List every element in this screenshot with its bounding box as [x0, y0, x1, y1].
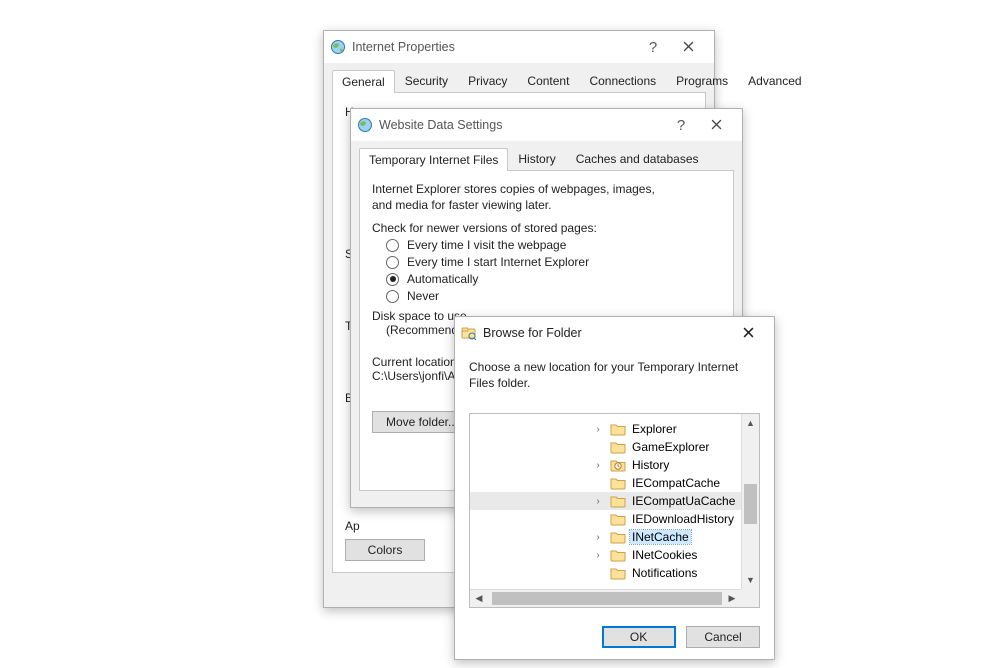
- radio-icon: [386, 239, 399, 252]
- scroll-thumb[interactable]: [492, 592, 722, 605]
- help-button[interactable]: ?: [638, 39, 668, 56]
- radio-icon: [386, 290, 399, 303]
- tree-item[interactable]: GameExplorer: [470, 438, 741, 456]
- radio-label: Never: [407, 289, 439, 303]
- tab-caches-databases[interactable]: Caches and databases: [566, 147, 709, 170]
- folder-icon: [610, 566, 626, 580]
- folder-tree[interactable]: › Explorer GameExplorer › History IECompatCac…: [469, 413, 760, 608]
- folder-icon: [610, 440, 626, 454]
- scroll-thumb[interactable]: [744, 484, 757, 524]
- scroll-down-icon[interactable]: ▼: [742, 571, 759, 589]
- radio-icon: [386, 273, 399, 286]
- titlebar: Website Data Settings ?: [351, 109, 742, 141]
- expand-icon[interactable]: ›: [590, 424, 606, 435]
- globe-icon: [330, 39, 346, 55]
- expand-icon[interactable]: ›: [590, 460, 606, 471]
- colors-button[interactable]: Colors: [345, 539, 425, 561]
- tab-general[interactable]: General: [332, 70, 395, 93]
- titlebar: Internet Properties ?: [324, 31, 714, 63]
- browse-description: Choose a new location for your Temporary…: [469, 359, 749, 391]
- tree-item-label: Notifications: [630, 566, 699, 580]
- tree-item-label: History: [630, 458, 671, 472]
- ok-button[interactable]: OK: [602, 626, 676, 648]
- radio-label: Every time I start Internet Explorer: [407, 255, 589, 269]
- horizontal-scrollbar[interactable]: ◀ ▶: [470, 589, 741, 607]
- cancel-button[interactable]: Cancel: [686, 626, 760, 648]
- tree-item[interactable]: › INetCookies: [470, 546, 741, 564]
- close-button[interactable]: [696, 117, 736, 134]
- panel-description: Internet Explorer stores copies of webpa…: [372, 181, 672, 213]
- close-button[interactable]: [668, 39, 708, 56]
- tree-item-label: INetCache: [630, 530, 691, 544]
- tab-temporary-internet-files[interactable]: Temporary Internet Files: [359, 148, 508, 171]
- titlebar: Browse for Folder: [455, 317, 774, 349]
- help-button[interactable]: ?: [666, 117, 696, 134]
- tree-item-label: IECompatCache: [630, 476, 722, 490]
- tab-advanced[interactable]: Advanced: [738, 69, 811, 92]
- check-newer-label: Check for newer versions of stored pages…: [372, 221, 721, 235]
- folder-icon: [610, 494, 626, 508]
- close-button[interactable]: [728, 325, 768, 342]
- radio-label: Automatically: [407, 272, 478, 286]
- tree-item[interactable]: IECompatCache: [470, 474, 741, 492]
- scroll-up-icon[interactable]: ▲: [742, 414, 759, 432]
- tree-item[interactable]: › IECompatUaCache: [470, 492, 741, 510]
- window-title: Website Data Settings: [379, 118, 666, 132]
- tab-security[interactable]: Security: [395, 69, 458, 92]
- radio-automatically[interactable]: Automatically: [386, 272, 721, 286]
- expand-icon[interactable]: ›: [590, 532, 606, 543]
- tree-item[interactable]: › History: [470, 456, 741, 474]
- tree-item-label: GameExplorer: [630, 440, 711, 454]
- tab-connections[interactable]: Connections: [579, 69, 666, 92]
- folder-icon: [610, 548, 626, 562]
- radio-every-visit[interactable]: Every time I visit the webpage: [386, 238, 721, 252]
- tab-content[interactable]: Content: [517, 69, 579, 92]
- expand-icon[interactable]: ›: [590, 496, 606, 507]
- history-folder-icon: [610, 458, 626, 472]
- tree-item[interactable]: Notifications: [470, 564, 741, 582]
- expand-icon[interactable]: ›: [590, 550, 606, 561]
- tabs-row: Temporary Internet Files History Caches …: [359, 147, 734, 171]
- tree-item-label: Explorer: [630, 422, 679, 436]
- scroll-right-icon[interactable]: ▶: [723, 590, 741, 607]
- browse-for-folder-window: Browse for Folder Choose a new location …: [454, 316, 775, 660]
- vertical-scrollbar[interactable]: ▲ ▼: [741, 414, 759, 589]
- window-title: Browse for Folder: [483, 326, 728, 340]
- folder-icon: [610, 422, 626, 436]
- folder-browse-icon: [461, 325, 477, 341]
- globe-icon: [357, 117, 373, 133]
- radio-never[interactable]: Never: [386, 289, 721, 303]
- tree-item-label: INetCookies: [630, 548, 699, 562]
- radio-label: Every time I visit the webpage: [407, 238, 566, 252]
- tree-item[interactable]: › INetCache: [470, 528, 741, 546]
- tree-item-label: IECompatUaCache: [630, 494, 737, 508]
- tabs-row: General Security Privacy Content Connect…: [332, 69, 706, 93]
- window-title: Internet Properties: [352, 40, 638, 54]
- tree-item-label: IEDownloadHistory: [630, 512, 736, 526]
- folder-icon: [610, 512, 626, 526]
- tab-history[interactable]: History: [508, 147, 565, 170]
- radio-every-start[interactable]: Every time I start Internet Explorer: [386, 255, 721, 269]
- tree-item[interactable]: › Explorer: [470, 420, 741, 438]
- folder-icon: [610, 476, 626, 490]
- scroll-left-icon[interactable]: ◀: [470, 590, 488, 607]
- tab-programs[interactable]: Programs: [666, 69, 738, 92]
- radio-icon: [386, 256, 399, 269]
- folder-icon: [610, 530, 626, 544]
- tree-item[interactable]: IEDownloadHistory: [470, 510, 741, 528]
- tab-privacy[interactable]: Privacy: [458, 69, 517, 92]
